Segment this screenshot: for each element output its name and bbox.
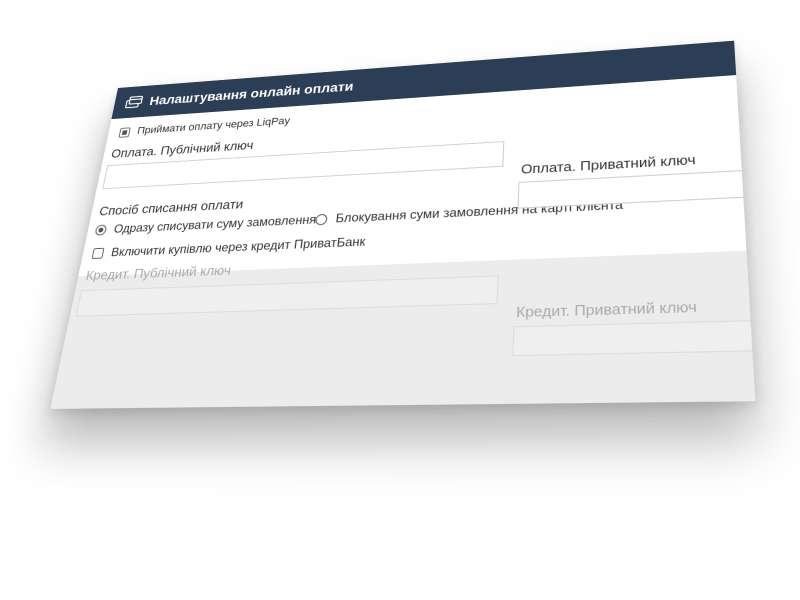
credit-checkbox-label: Включити купівлю через кредит ПриватБанк [109,234,367,260]
stage: Налаштування онлайн оплати Приймати опла… [0,0,800,600]
credit-public-key-label: Кредит. Публічний ключ [84,262,233,284]
charge-immediate-radio[interactable] [94,224,108,236]
private-key-input[interactable] [517,169,756,209]
panel-content: Приймати оплату через LiqPay Оплата. Пуб… [50,75,756,409]
credit-card-icon [125,95,144,108]
credit-public-key-input[interactable] [75,275,499,317]
online-payment-settings-panel: Налаштування онлайн оплати Приймати опла… [50,40,756,409]
credit-settings-zone: Включити купівлю через кредит ПриватБанк… [50,234,756,409]
liqpay-checkbox[interactable] [118,126,131,138]
charge-block-radio[interactable] [314,213,328,225]
credit-private-key-input[interactable] [512,319,756,357]
credit-private-key-label: Кредит. Приватний ключ [515,298,698,321]
liqpay-checkbox-row[interactable]: Приймати оплату через LiqPay [118,115,291,138]
credit-checkbox[interactable] [91,247,105,259]
credit-checkbox-row[interactable]: Включити купівлю через кредит ПриватБанк [91,234,366,260]
charge-method-label: Спосіб списання оплати [98,196,245,219]
liqpay-checkbox-label: Приймати оплату через LiqPay [136,115,291,137]
